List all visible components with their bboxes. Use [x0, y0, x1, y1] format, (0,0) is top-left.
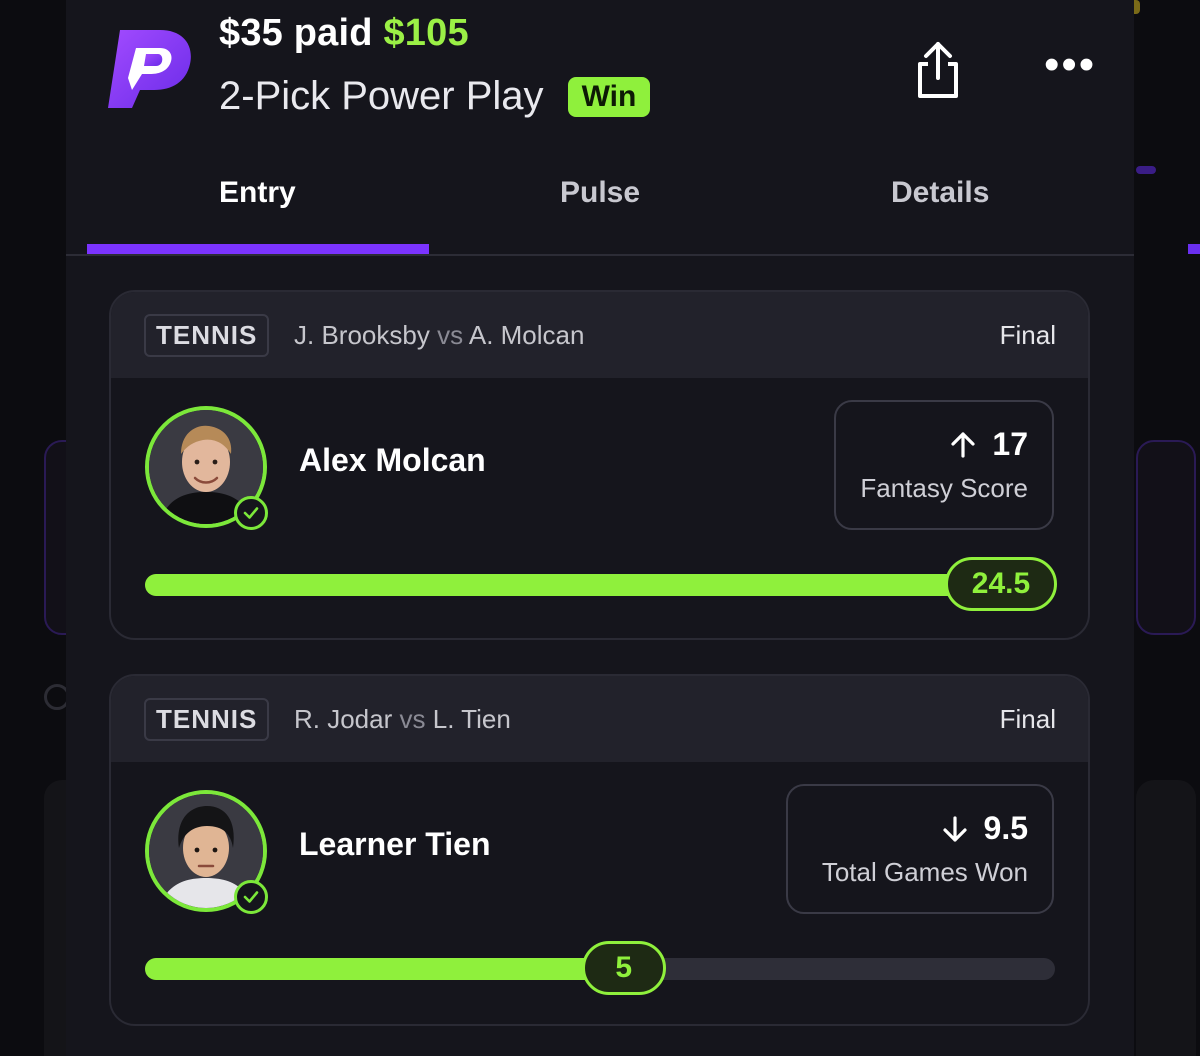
play-type-row: 2-Pick Power Play Win — [219, 74, 651, 119]
check-icon — [234, 880, 268, 914]
tab-bar: Entry Pulse Details — [66, 160, 1134, 256]
sport-tag: TENNIS — [144, 698, 270, 741]
share-button[interactable] — [912, 40, 964, 100]
stat-type: Fantasy Score — [860, 473, 1028, 503]
result-value: 5 — [581, 941, 666, 995]
app-screen: $35 paid $105 2-Pick Power Play Win ••• … — [0, 0, 1200, 1056]
pick-card-header: TENNIS J. Brooksby vs A. Molcan Final — [111, 292, 1088, 378]
progress-bar: 5 — [145, 941, 1055, 995]
matchup-vs: vs — [437, 320, 464, 350]
more-options-button[interactable]: ••• — [1044, 43, 1094, 87]
player-name: Alex Molcan — [299, 442, 486, 478]
progress-fill — [145, 958, 624, 980]
matchup-player-b: L. Tien — [432, 704, 511, 734]
projection-value: 17 — [992, 426, 1028, 462]
pick-card[interactable]: TENNIS R. Jodar vs L. Tien Final Learner… — [109, 674, 1090, 1026]
matchup-player-a: J. Brooksby — [294, 320, 430, 350]
game-status: Final — [999, 320, 1056, 350]
pick-card[interactable]: TENNIS J. Brooksby vs A. Molcan Final Al… — [109, 290, 1090, 640]
background-accent — [1188, 244, 1200, 254]
projection-line: 17 — [860, 426, 1028, 463]
matchup: J. Brooksby vs A. Molcan — [294, 320, 584, 351]
projection-line: 9.5 — [812, 810, 1028, 847]
game-status: Final — [999, 704, 1056, 734]
player-name: Learner Tien — [299, 826, 491, 862]
pick-card-header: TENNIS R. Jodar vs L. Tien Final — [111, 676, 1088, 762]
matchup: R. Jodar vs L. Tien — [294, 704, 511, 735]
check-icon — [234, 496, 268, 530]
result-value: 24.5 — [945, 557, 1057, 611]
background-card — [1136, 780, 1196, 1056]
play-type: 2-Pick Power Play — [219, 74, 544, 118]
prizepicks-logo-icon — [106, 24, 196, 112]
background-card — [1136, 440, 1196, 635]
projection-value: 9.5 — [983, 810, 1028, 846]
background-accent — [1136, 166, 1156, 174]
tab-details[interactable]: Details — [891, 176, 989, 210]
arrow-down-icon — [942, 815, 967, 842]
more-dots-icon: ••• — [1044, 40, 1097, 89]
result-badge: Win — [567, 76, 651, 117]
share-icon — [918, 42, 958, 98]
progress-bar: 24.5 — [145, 557, 1057, 611]
matchup-player-b: A. Molcan — [468, 320, 585, 350]
matchup-player-a: R. Jodar — [294, 704, 393, 734]
progress-fill — [145, 574, 1001, 596]
projection-box: 9.5 Total Games Won — [786, 784, 1054, 914]
tab-entry[interactable]: Entry — [219, 176, 296, 210]
sport-tag: TENNIS — [144, 314, 270, 357]
stat-type: Total Games Won — [821, 857, 1028, 887]
payout-amount: $105 — [383, 12, 469, 54]
arrow-up-icon — [951, 431, 976, 458]
payout-summary: $35 paid $105 — [219, 12, 469, 55]
projection-box: 17 Fantasy Score — [834, 400, 1054, 530]
active-tab-indicator — [87, 244, 429, 254]
entry-amount: $35 paid — [219, 12, 373, 54]
matchup-vs: vs — [399, 704, 426, 734]
tab-pulse[interactable]: Pulse — [560, 176, 640, 210]
